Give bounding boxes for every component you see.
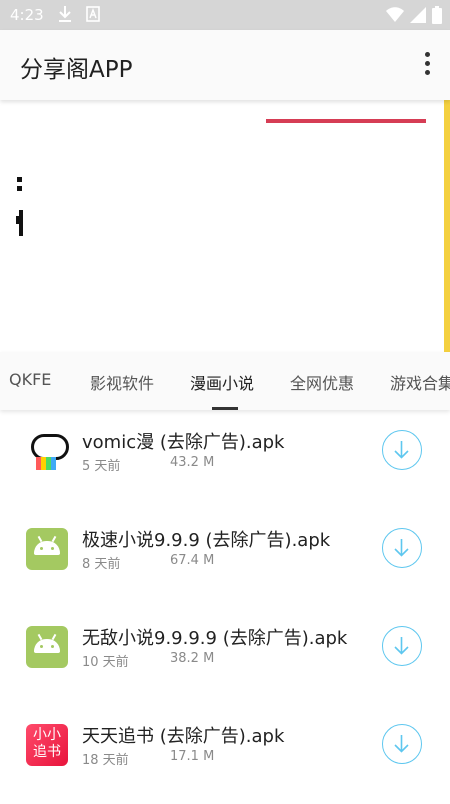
banner-yellow-bar: [444, 100, 450, 352]
item-title: 无敌小说9.9.9.9 (去除广告).apk: [82, 628, 348, 649]
banner-glyph-bar: [16, 210, 23, 236]
wifi-icon: [386, 7, 404, 27]
a-icon: [86, 5, 100, 27]
download-arrow-icon: [394, 735, 409, 753]
item-size: 67.4 M: [170, 553, 215, 568]
vomic-app-icon: [26, 430, 69, 472]
tab-comics-novels[interactable]: 漫画小说: [190, 370, 254, 394]
novel-icon-text-bottom: 追书: [33, 744, 61, 760]
android-app-icon: [26, 528, 68, 570]
download-arrow-icon: [394, 539, 409, 557]
list-item[interactable]: 小小 追书 天天追书 (去除广告).apk 18 天前 17.1 M: [0, 704, 450, 804]
download-button[interactable]: [382, 430, 422, 470]
banner[interactable]: [0, 100, 450, 352]
tab-qkfe[interactable]: QKFE: [9, 370, 51, 389]
file-list: vomic漫 (去除广告).apk 5 天前 43.2 M 极速小说9.9.9 …: [0, 410, 450, 800]
tab-games[interactable]: 游戏合集: [390, 370, 450, 394]
item-size: 43.2 M: [170, 455, 215, 470]
android-app-icon: [26, 626, 68, 668]
item-size: 38.2 M: [170, 651, 215, 666]
download-arrow-icon: [394, 637, 409, 655]
battery-icon: [432, 6, 442, 28]
download-button[interactable]: [382, 724, 422, 764]
download-icon: [58, 5, 72, 27]
list-item[interactable]: 无敌小说9.9.9.9 (去除广告).apk 10 天前 38.2 M: [0, 606, 450, 706]
item-date: 18 天前: [82, 753, 129, 768]
status-bar: 4:23: [0, 0, 450, 30]
category-tabs: QKFE 影视软件 漫画小说 全网优惠 游戏合集: [0, 352, 450, 410]
status-time: 4:23: [10, 6, 44, 24]
list-item[interactable]: vomic漫 (去除广告).apk 5 天前 43.2 M: [0, 410, 450, 510]
novel-icon-text-top: 小小: [33, 727, 61, 743]
download-button[interactable]: [382, 528, 422, 568]
tab-indicator: [212, 407, 238, 410]
item-date: 8 天前: [82, 557, 121, 572]
more-vert-icon[interactable]: [418, 52, 436, 80]
item-title: 天天追书 (去除广告).apk: [82, 726, 285, 747]
item-title: 极速小说9.9.9 (去除广告).apk: [82, 530, 331, 551]
list-item[interactable]: 极速小说9.9.9 (去除广告).apk 8 天前 67.4 M: [0, 508, 450, 608]
signal-icon: [410, 7, 426, 27]
banner-red-line: [266, 119, 426, 123]
download-button[interactable]: [382, 626, 422, 666]
tab-video-apps[interactable]: 影视软件: [90, 370, 154, 394]
item-date: 5 天前: [82, 459, 121, 474]
tab-deals[interactable]: 全网优惠: [290, 370, 354, 394]
novel-app-icon: 小小 追书: [26, 724, 68, 766]
item-title: vomic漫 (去除广告).apk: [82, 432, 285, 453]
item-date: 10 天前: [82, 655, 129, 670]
item-size: 17.1 M: [170, 749, 215, 764]
banner-glyph-colon: [17, 177, 24, 193]
app-bar: 分享阁APP: [0, 30, 450, 100]
app-title: 分享阁APP: [20, 57, 133, 83]
download-arrow-icon: [394, 441, 409, 459]
